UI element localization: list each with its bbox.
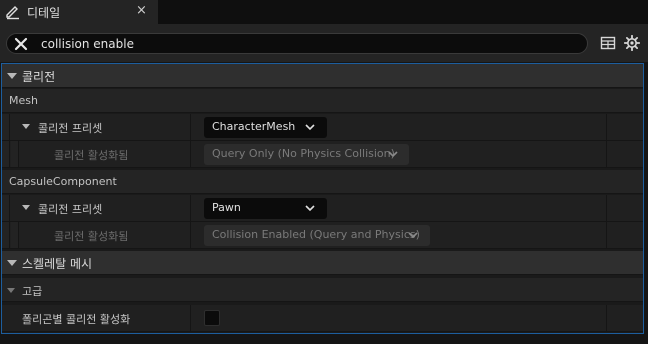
property-label: 콜리전 프리셋	[38, 122, 103, 135]
chevron-down-icon	[305, 124, 315, 131]
property-name-cell: 콜리전 활성화됨	[2, 222, 191, 248]
property-mesh-collision-preset: 콜리전 프리셋 CharacterMesh	[2, 114, 643, 141]
indent-guide	[2, 195, 10, 221]
collision-enabled-dropdown: Query Only (No Physics Collision)	[204, 144, 409, 165]
tab-title: 디테일	[27, 6, 61, 20]
chevron-down-icon	[305, 205, 315, 212]
category-skeletal-mesh[interactable]: 스켈레탈 메시	[2, 251, 643, 275]
collision-preset-dropdown[interactable]: CharacterMesh	[204, 117, 327, 138]
close-tab-button[interactable]: ×	[136, 3, 147, 18]
property-value-cell: CharacterMesh	[192, 114, 607, 140]
property-label: 콜리전 프리셋	[38, 203, 103, 216]
property-name-cell: 폴리곤별 콜리전 활성화	[2, 305, 191, 331]
per-poly-collision-checkbox[interactable]	[204, 310, 220, 326]
indent-guide	[11, 222, 19, 248]
property-per-poly-collision: 폴리곤별 콜리전 활성화	[2, 305, 643, 332]
property-name-cell: 콜리전 프리셋	[2, 195, 191, 221]
details-panel: 콜리전 Mesh 콜리전 프리셋 CharacterMesh 콜리전 활성화됨	[1, 63, 644, 334]
dropdown-value: Collision Enabled (Query and Physics)	[212, 228, 420, 241]
property-value-cell: Query Only (No Physics Collision)	[192, 141, 607, 167]
gear-icon[interactable]	[624, 35, 640, 51]
subsection-label: 고급	[22, 285, 43, 298]
property-label: 폴리곤별 콜리전 활성화	[22, 313, 131, 326]
indent-guide	[2, 141, 10, 167]
tab-bar: 디테일 ×	[0, 0, 648, 24]
chevron-down-icon	[408, 232, 418, 239]
search-box	[6, 33, 588, 54]
indent-guide	[2, 222, 10, 248]
subsection-label: CapsuleComponent	[9, 175, 117, 188]
property-label: 콜리전 활성화됨	[54, 149, 129, 162]
collision-enabled-dropdown: Collision Enabled (Query and Physics)	[204, 225, 430, 246]
indent-guide	[11, 141, 19, 167]
close-icon[interactable]	[13, 36, 29, 52]
subsection-advanced[interactable]: 고급	[2, 278, 643, 302]
property-capsule-collision-preset: 콜리전 프리셋 Pawn	[2, 195, 643, 222]
category-label: 스켈레탈 메시	[22, 257, 93, 271]
subsection-mesh: Mesh	[2, 89, 643, 113]
subsection-label: Mesh	[9, 94, 38, 107]
property-label: 콜리전 활성화됨	[54, 230, 129, 243]
expand-arrow-icon[interactable]	[22, 124, 30, 129]
dropdown-value: CharacterMesh	[212, 120, 296, 133]
property-value-cell: Collision Enabled (Query and Physics)	[192, 222, 607, 248]
pencil-icon	[6, 6, 19, 20]
details-toolbar	[0, 24, 648, 62]
property-name-cell: 콜리전 활성화됨	[2, 141, 191, 167]
expand-arrow-icon[interactable]	[22, 205, 30, 210]
dropdown-value: Query Only (No Physics Collision)	[212, 147, 395, 160]
expand-arrow-icon[interactable]	[7, 288, 15, 293]
indent-guide	[2, 114, 10, 140]
property-value-cell: Pawn	[192, 195, 607, 221]
category-label: 콜리전	[22, 70, 56, 84]
subsection-capsule-component: CapsuleComponent	[2, 170, 643, 194]
chevron-down-icon	[388, 151, 398, 158]
dropdown-value: Pawn	[212, 201, 241, 214]
expand-arrow-icon[interactable]	[7, 260, 17, 266]
tab-details[interactable]: 디테일 ×	[0, 0, 158, 24]
property-capsule-collision-enabled: 콜리전 활성화됨 Collision Enabled (Query and Ph…	[2, 222, 643, 249]
property-value-cell	[192, 305, 607, 331]
search-input[interactable]	[41, 35, 581, 52]
collision-preset-dropdown[interactable]: Pawn	[204, 198, 327, 219]
category-collision[interactable]: 콜리전	[2, 64, 643, 88]
expand-arrow-icon[interactable]	[7, 73, 17, 79]
property-name-cell: 콜리전 프리셋	[2, 114, 191, 140]
property-mesh-collision-enabled: 콜리전 활성화됨 Query Only (No Physics Collisio…	[2, 141, 643, 168]
table-icon[interactable]	[600, 35, 616, 51]
